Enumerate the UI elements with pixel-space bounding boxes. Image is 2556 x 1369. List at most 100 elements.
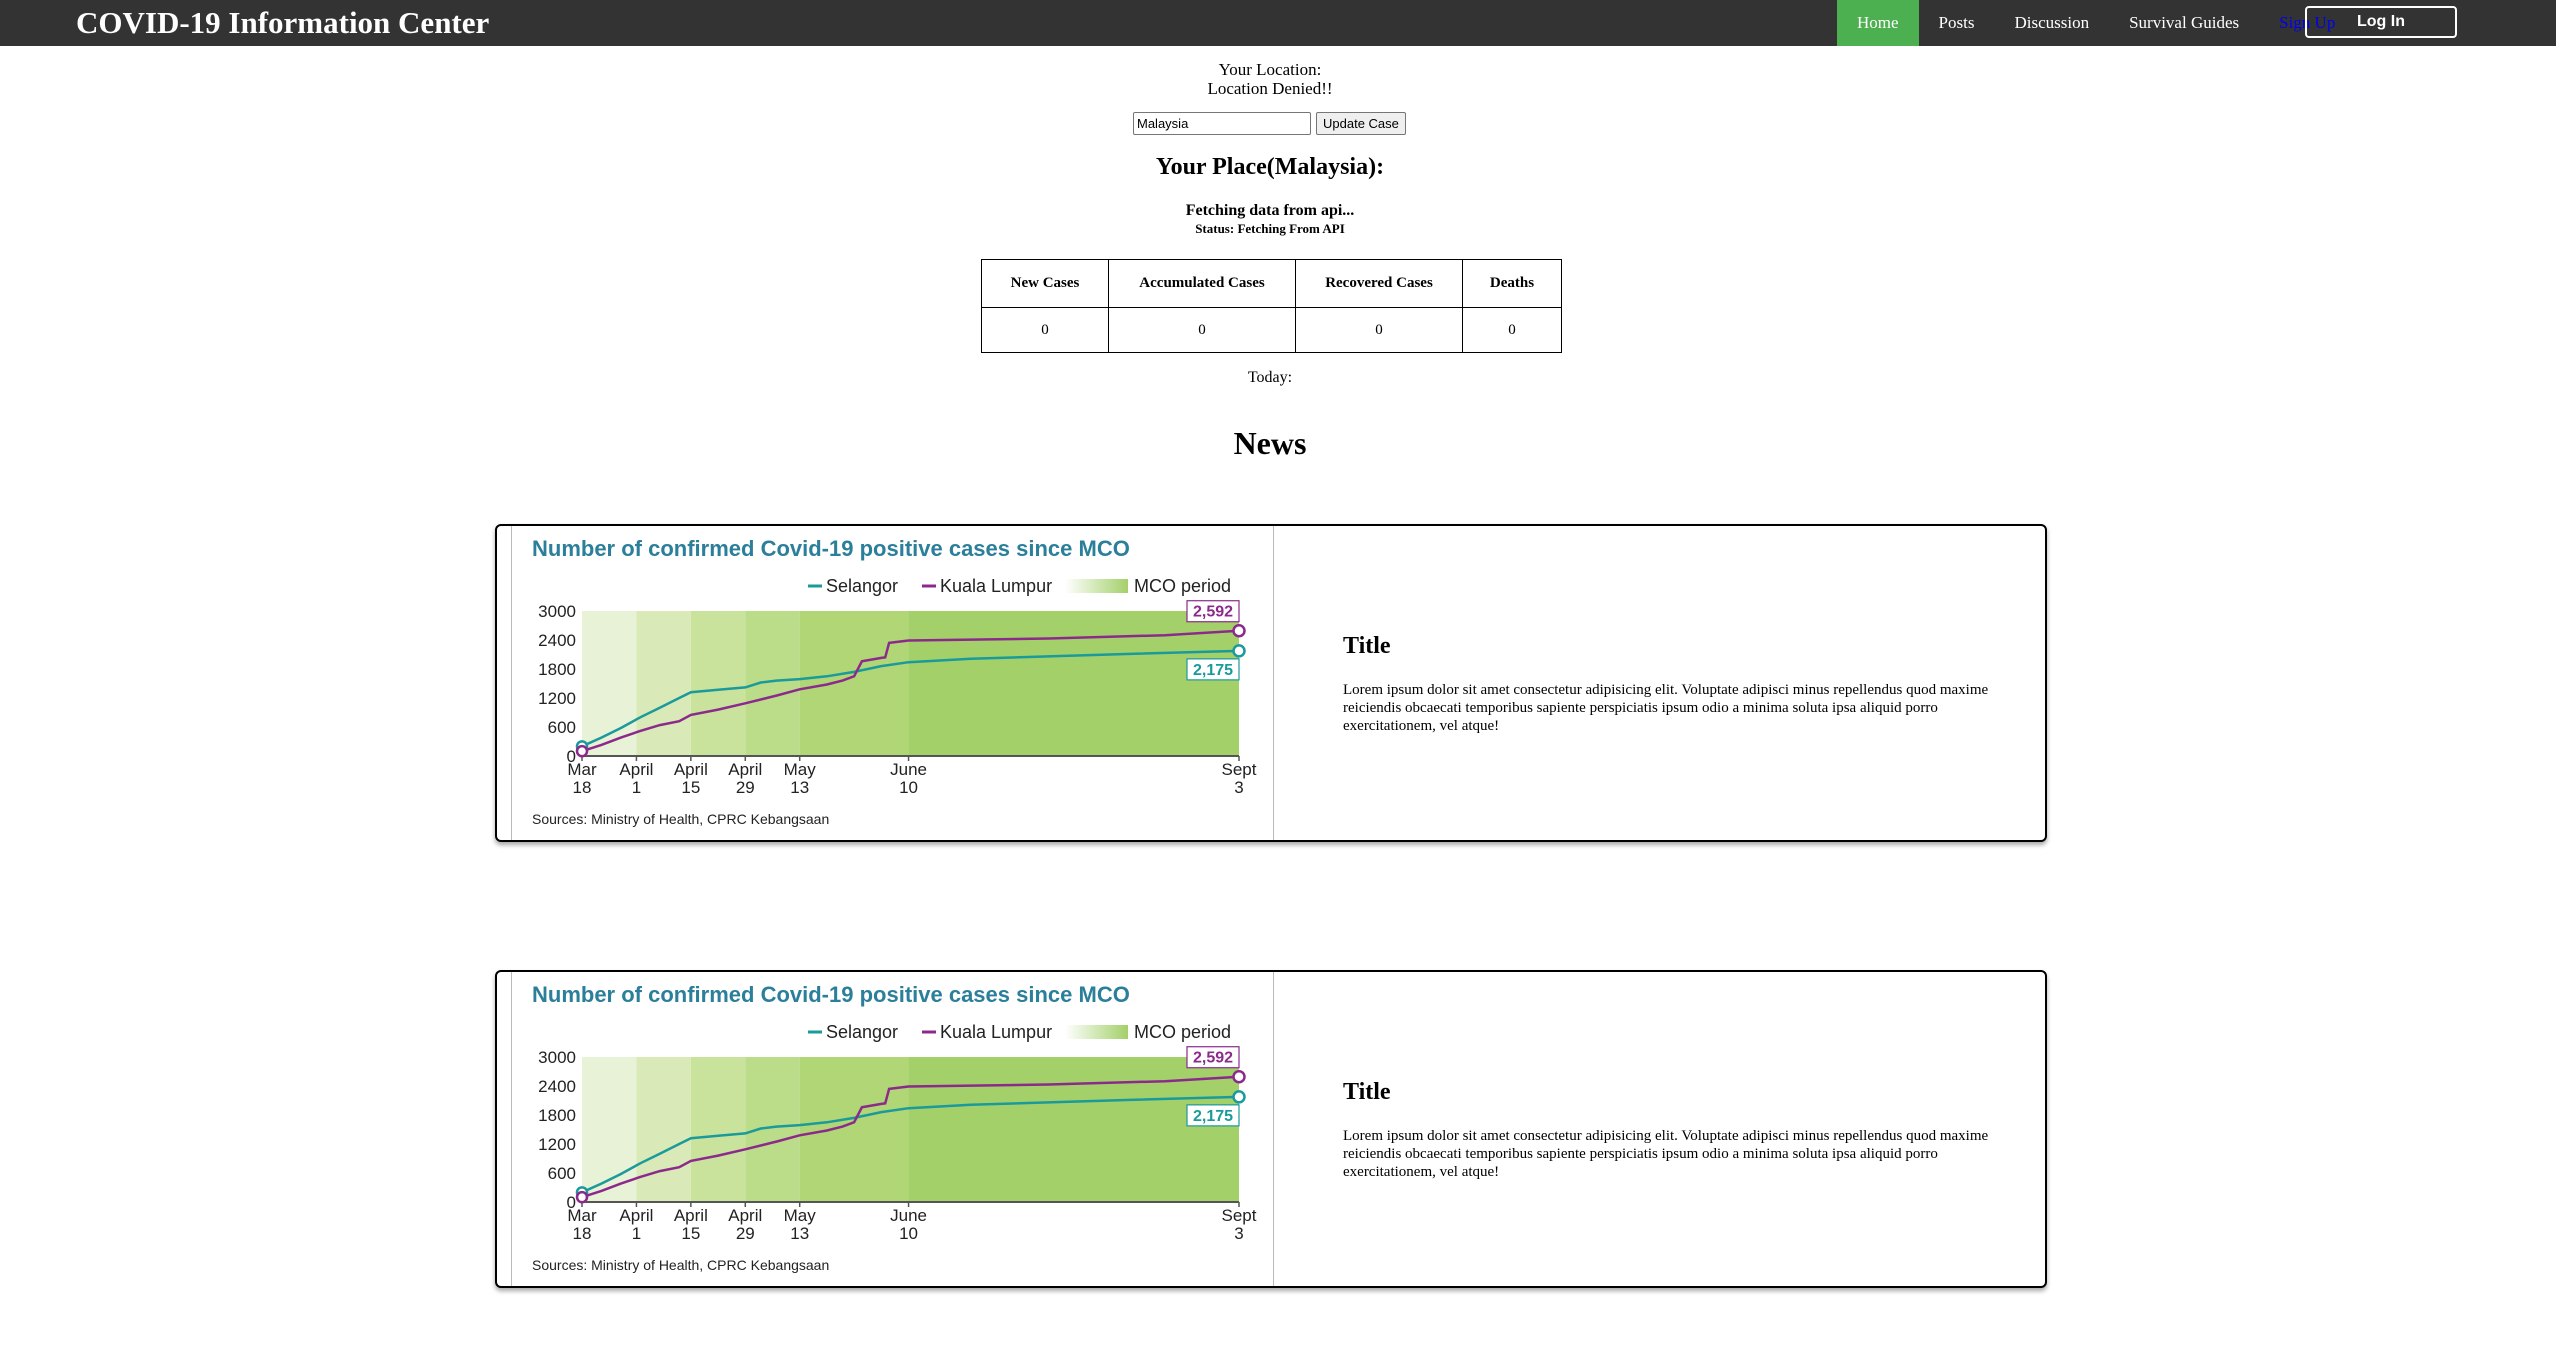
brand-title[interactable]: COVID-19 Information Center xyxy=(76,4,489,42)
news-card[interactable]: Number of confirmed Covid-19 positive ca… xyxy=(495,524,2047,842)
x-tick-label: April xyxy=(674,760,708,779)
mco-phase-band xyxy=(690,611,746,756)
accumulated-cases-value: 0 xyxy=(1108,307,1296,353)
y-tick-label: 2400 xyxy=(538,631,576,650)
mco-phase-band xyxy=(745,1057,800,1202)
legend-label-selangor: Selangor xyxy=(826,1022,898,1042)
x-tick-label: 13 xyxy=(790,1224,809,1243)
news-card-title: Title xyxy=(1343,633,1391,659)
x-tick-label: April xyxy=(619,760,653,779)
x-tick-label: 15 xyxy=(681,1224,700,1243)
x-tick-label: 29 xyxy=(736,1224,755,1243)
x-tick-label: 3 xyxy=(1234,778,1243,797)
x-tick-label: April xyxy=(674,1206,708,1225)
x-tick-label: 18 xyxy=(573,1224,592,1243)
country-search: Update Case xyxy=(1133,112,1406,135)
chart-source: Sources: Ministry of Health, CPRC Kebang… xyxy=(532,811,829,827)
x-tick-label: April xyxy=(728,1206,762,1225)
deaths-value: 0 xyxy=(1462,307,1562,353)
news-card-text: Lorem ipsum dolor sit amet consectetur a… xyxy=(1343,682,1989,734)
x-tick-label: 1 xyxy=(632,778,641,797)
x-tick-label: Sept xyxy=(1222,760,1257,779)
x-tick-label: May xyxy=(784,760,817,779)
y-tick-label: 1800 xyxy=(538,660,576,679)
login-button[interactable]: Log In xyxy=(2305,6,2457,38)
update-case-button[interactable]: Update Case xyxy=(1316,112,1406,135)
x-tick-label: 3 xyxy=(1234,1224,1243,1243)
x-tick-label: June xyxy=(890,1206,927,1225)
nav-home[interactable]: Home xyxy=(1837,0,1919,46)
x-tick-label: June xyxy=(890,760,927,779)
series-end-marker xyxy=(1232,644,1246,658)
x-tick-label: Sept xyxy=(1222,1206,1257,1225)
today-label: Today: xyxy=(1247,369,1293,386)
mco-phase-band xyxy=(799,1057,909,1202)
location-value: Location Denied!! xyxy=(1207,79,1333,98)
status-text: Status: Fetching From API xyxy=(1195,221,1345,236)
x-tick-label: 10 xyxy=(899,778,918,797)
header-deaths: Deaths xyxy=(1462,259,1562,308)
series-end-label: 2,175 xyxy=(1193,1108,1233,1125)
x-tick-label: May xyxy=(784,1206,817,1225)
legend-label-selangor: Selangor xyxy=(826,576,898,596)
cases-chart: Number of confirmed Covid-19 positive ca… xyxy=(532,536,1257,827)
table-row: 0 0 0 0 xyxy=(981,307,1562,353)
series-start-marker xyxy=(575,744,589,758)
news-card[interactable]: Number of confirmed Covid-19 positive ca… xyxy=(495,970,2047,1288)
x-tick-label: 13 xyxy=(790,778,809,797)
news-image: Number of confirmed Covid-19 positive ca… xyxy=(511,972,1274,1286)
series-end-label: 2,592 xyxy=(1193,1050,1233,1067)
x-tick-label: 18 xyxy=(573,778,592,797)
news-heading: News xyxy=(1233,425,1307,461)
legend-swatch-mco xyxy=(1065,579,1128,593)
y-tick-label: 1200 xyxy=(538,689,576,708)
x-tick-label: Mar xyxy=(567,1206,597,1225)
table-header-row: New Cases Accumulated Cases Recovered Ca… xyxy=(981,259,1562,308)
x-tick-label: 10 xyxy=(899,1224,918,1243)
legend-label-kuala-lumpur: Kuala Lumpur xyxy=(940,1022,1052,1042)
news-image: Number of confirmed Covid-19 positive ca… xyxy=(511,526,1274,840)
x-tick-label: 1 xyxy=(632,1224,641,1243)
place-title: Your Place(Malaysia): xyxy=(1155,154,1385,180)
recovered-cases-value: 0 xyxy=(1295,307,1463,353)
x-tick-label: 15 xyxy=(681,778,700,797)
y-tick-label: 1800 xyxy=(538,1106,576,1125)
series-end-marker xyxy=(1232,1090,1246,1104)
y-tick-label: 2400 xyxy=(538,1077,576,1096)
cases-chart: Number of confirmed Covid-19 positive ca… xyxy=(532,982,1257,1273)
nav-menu: Home Posts Discussion Survival Guides Si… xyxy=(1837,0,2355,46)
chart-title: Number of confirmed Covid-19 positive ca… xyxy=(532,536,1130,561)
y-tick-label: 3000 xyxy=(538,602,576,621)
x-tick-label: Mar xyxy=(567,760,597,779)
new-cases-value: 0 xyxy=(981,307,1109,353)
case-stats-table: New Cases Accumulated Cases Recovered Ca… xyxy=(981,259,1562,353)
series-start-marker xyxy=(575,1190,589,1204)
y-tick-label: 1200 xyxy=(538,1135,576,1154)
mco-phase-band xyxy=(636,1057,691,1202)
legend-label-mco: MCO period xyxy=(1134,1022,1231,1042)
mco-phase-band xyxy=(799,611,909,756)
x-tick-label: 29 xyxy=(736,778,755,797)
chart-source: Sources: Ministry of Health, CPRC Kebang… xyxy=(532,1257,829,1273)
series-end-marker xyxy=(1232,623,1246,638)
x-tick-label: April xyxy=(728,760,762,779)
news-card-title: Title xyxy=(1343,1079,1391,1105)
nav-discussion[interactable]: Discussion xyxy=(1994,0,2109,46)
x-tick-label: April xyxy=(619,1206,653,1225)
mco-phase-band xyxy=(690,1057,746,1202)
series-end-label: 2,175 xyxy=(1193,662,1233,679)
nav-posts[interactable]: Posts xyxy=(1919,0,1995,46)
series-end-label: 2,592 xyxy=(1193,604,1233,621)
legend-label-mco: MCO period xyxy=(1134,576,1231,596)
y-tick-label: 3000 xyxy=(538,1048,576,1067)
news-card-text: Lorem ipsum dolor sit amet consectetur a… xyxy=(1343,1128,1989,1180)
location-label: Your Location: xyxy=(1218,60,1322,79)
nav-survival-guides[interactable]: Survival Guides xyxy=(2109,0,2259,46)
country-input[interactable] xyxy=(1133,112,1311,135)
navbar: COVID-19 Information Center Home Posts D… xyxy=(0,0,2556,46)
mco-phase-band xyxy=(636,611,691,756)
legend-swatch-mco xyxy=(1065,1025,1128,1039)
mco-phase-band xyxy=(745,611,800,756)
fetching-text: Fetching data from api... xyxy=(1185,202,1355,219)
legend-label-kuala-lumpur: Kuala Lumpur xyxy=(940,576,1052,596)
